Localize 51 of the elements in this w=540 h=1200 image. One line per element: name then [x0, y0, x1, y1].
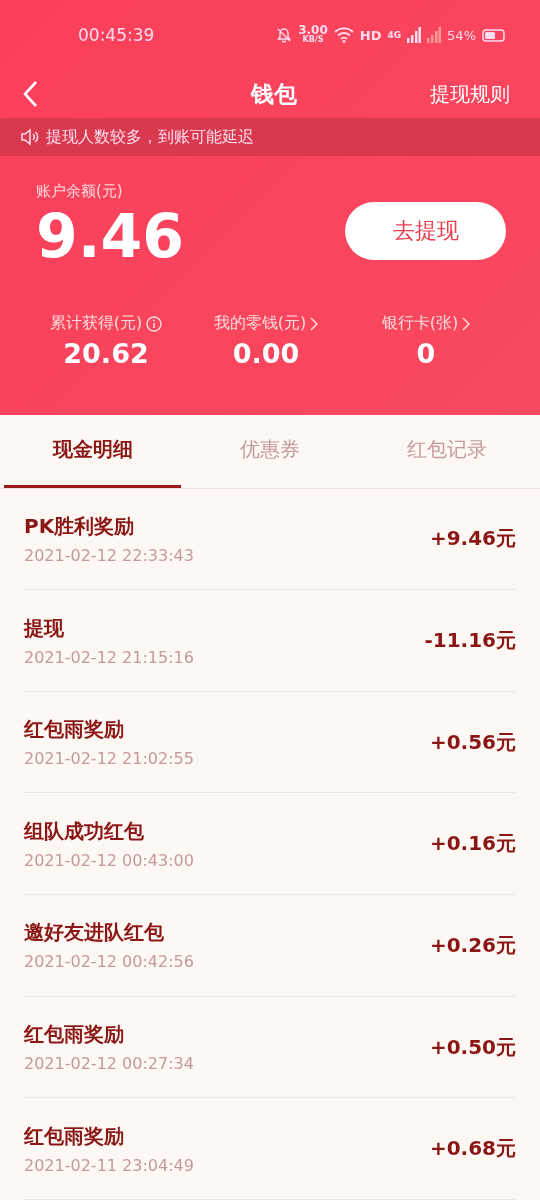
status-time: 00:45:39: [78, 25, 155, 45]
signal-icon: [407, 27, 422, 43]
signal-weak-icon: [427, 27, 442, 43]
stat-value: 0.00: [232, 338, 300, 369]
transaction-title: 提现: [24, 614, 65, 642]
stat-label: 累计获得(元): [49, 313, 143, 334]
balance-label: 账户余额(元): [36, 182, 124, 201]
transaction-title: 红包雨奖励: [24, 1122, 125, 1150]
network-speed: 3.00: [298, 26, 328, 35]
transaction-amount: +0.68元: [429, 1135, 516, 1163]
page-title: 钱包: [251, 79, 297, 109]
transaction-time: 2021-02-12 22:33:43: [24, 545, 194, 565]
battery-percent: 54%: [447, 27, 476, 43]
tab[interactable]: 红包记录: [358, 415, 536, 488]
wifi-icon: [333, 27, 354, 43]
stat-value: 20.62: [63, 338, 149, 369]
stat-label: 银行卡(张): [381, 313, 459, 334]
withdraw-rules-link[interactable]: 提现规则: [430, 80, 510, 108]
balance-amount: 9.46: [36, 201, 185, 271]
network-type: 4G: [387, 30, 402, 40]
transaction-title: 邀好友进队红包: [24, 919, 165, 947]
tab[interactable]: 现金明细: [4, 415, 182, 488]
transaction-amount: +0.16元: [429, 830, 516, 858]
notice-text: 提现人数较多，到账可能延迟: [46, 126, 254, 148]
transaction-amount: +0.56元: [429, 728, 516, 756]
transaction-title: 红包雨奖励: [24, 1021, 125, 1048]
chevron-right-icon[interactable]: [462, 316, 471, 331]
transaction-time: 2021-02-11 23:04:49: [24, 1155, 194, 1175]
transaction-time: 2021-02-12 00:27:34: [24, 1054, 194, 1073]
transaction-amount: +0.26元: [429, 931, 516, 959]
speaker-icon: [20, 128, 40, 146]
transaction-amount: +0.50元: [429, 1033, 516, 1061]
transaction-title: 红包雨奖励: [24, 716, 125, 744]
hd-label: HD: [359, 27, 382, 43]
transaction-time: 2021-02-12 00:43:00: [24, 850, 194, 870]
transaction-time: 2021-02-12 21:02:55: [24, 749, 194, 769]
withdraw-button[interactable]: 去提现: [345, 202, 506, 260]
speed-unit: KB/S: [302, 35, 324, 44]
transaction-amount: +9.46元: [429, 525, 516, 553]
transaction-amount: -11.16元: [424, 627, 516, 654]
battery-icon: [482, 28, 506, 42]
transaction-time: 2021-02-12 21:15:16: [24, 647, 194, 667]
transaction-title: 组队成功红包: [24, 817, 145, 845]
transaction-title: PK胜利奖励: [24, 512, 136, 540]
bell-muted-icon: [276, 27, 293, 43]
stat-value: 0: [416, 338, 436, 369]
stat-label: 我的零钱(元): [213, 313, 307, 334]
transaction-time: 2021-02-12 00:42:56: [24, 952, 194, 972]
info-icon[interactable]: [146, 315, 163, 332]
chevron-right-icon[interactable]: [310, 316, 319, 331]
tab[interactable]: 优惠券: [181, 415, 359, 488]
